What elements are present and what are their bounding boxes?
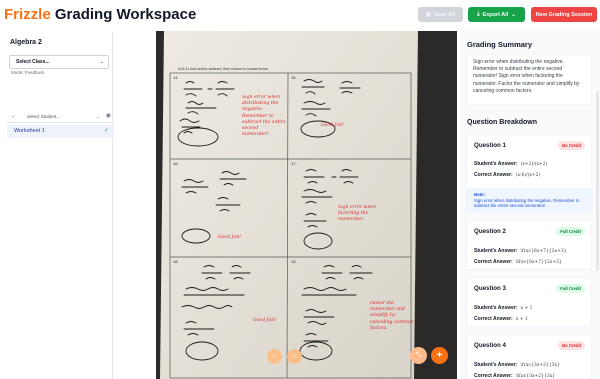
feedback-note: Sign error when factoring the numerator. <box>338 205 377 223</box>
problem-number: 18. <box>173 259 179 264</box>
credit-badge: Full Credit <box>556 227 585 236</box>
feedback-note: Good Job! <box>253 317 276 323</box>
correct-answer-label: Correct Answer: <box>474 259 513 265</box>
check-icon: ✓ <box>103 128 109 134</box>
worksheet-item[interactable]: Worksheet 1 ✓ <box>7 125 114 138</box>
prev-page-button[interactable]: ← <box>267 349 282 364</box>
select-student-label: Select Student... <box>27 114 61 119</box>
expand-icon: ⤡ <box>415 351 422 359</box>
correct-answer-label: Correct Answer: <box>474 172 513 178</box>
worksheet-photo: #14-21 Add and/or subtract, then reduce … <box>156 31 457 379</box>
question-card[interactable]: Question 3 Full Credit Student's Answer:… <box>466 277 592 327</box>
student-answer-label: Student's Answer: <box>474 248 518 254</box>
note-text: Sign error when distributing the negativ… <box>474 197 580 209</box>
question-title: Question 2 <box>474 228 506 235</box>
chevron-down-icon: ⌄ <box>96 114 100 119</box>
correct-answer: Correct Answer: \frac{6x+7}{2x+3} <box>474 259 562 265</box>
left-sidebar: Algebra 2 Select Class... ⌄ Mode: Feedba… <box>4 32 114 379</box>
chevron-down-icon: ⌄ <box>99 59 104 65</box>
problem-number: 15. <box>291 75 297 80</box>
question-title: Question 4 <box>474 342 506 349</box>
new-session-label: New Grading Session <box>535 11 593 18</box>
plus-icon: + <box>436 350 443 361</box>
worksheet-label: Worksheet 1 <box>14 128 45 134</box>
select-student-dropdown[interactable]: Select Student... ⌄ <box>22 111 102 122</box>
correct-answer-label: Correct Answer: <box>474 373 513 379</box>
problem-number: 19. <box>291 259 297 264</box>
document-viewer: #14-21 Add and/or subtract, then reduce … <box>156 31 457 379</box>
top-bar: Frizzle Grading Workspace ▣ Save All ⤓ E… <box>0 0 600 30</box>
feedback-note: Factor the numerator and simplify by can… <box>370 301 414 331</box>
student-answer-label: Student's Answer: <box>474 161 518 167</box>
correct-answer: Correct Answer: x + 1 <box>474 316 528 322</box>
question-title: Question 1 <box>474 142 506 149</box>
credit-badge: No Credit <box>558 141 585 150</box>
panel-scrollbar[interactable] <box>596 91 599 271</box>
student-answer-value: \frac{3x+2}{3x} <box>520 363 560 368</box>
export-all-label: Export All <box>482 11 509 18</box>
problem-number: 17. <box>291 161 297 166</box>
student-answer-label: Student's Answer: <box>474 362 518 368</box>
download-icon: ⤓ <box>477 11 480 17</box>
brand-subtitle: Grading Workspace <box>50 6 197 23</box>
question-title: Question 3 <box>474 285 506 292</box>
question-note: Note: Sign error when distributing the n… <box>467 188 593 212</box>
new-grading-session-button[interactable]: New Grading Session <box>531 7 597 22</box>
class-title: Algebra 2 <box>10 39 42 46</box>
student-answer-label: Student's Answer: <box>474 305 518 311</box>
worksheet-header: #14-21 Add and/or subtract, then reduce … <box>178 67 269 71</box>
arrow-left-icon: ← <box>271 353 278 360</box>
select-class-label: Select Class... <box>16 59 50 65</box>
feedback-note: Sign error when distributing the negativ… <box>242 95 286 138</box>
save-icon: ▣ <box>425 11 431 18</box>
problem-number: 16. <box>173 161 179 166</box>
brand-name: Frizzle <box>4 6 51 23</box>
chevron-down-icon: ⌄ <box>511 11 516 18</box>
eye-icon[interactable]: ◉ <box>106 112 111 119</box>
correct-answer-label: Correct Answer: <box>474 316 513 322</box>
problem-number: 14. <box>173 75 179 80</box>
question-card[interactable]: Question 4 No Credit Student's Answer: \f… <box>466 334 592 379</box>
student-row: ⌄ Select Student... ⌄ ◉ <box>7 111 114 123</box>
student-answer-value: x + 1 <box>520 306 533 311</box>
question-card[interactable]: Question 1 No Credit Student's Answer: (x… <box>466 134 593 212</box>
collapse-toggle-icon[interactable]: ⌄ <box>11 113 15 119</box>
credit-badge: No Credit <box>558 341 585 350</box>
credit-badge: Full Credit <box>556 284 585 293</box>
add-annotation-button[interactable]: + <box>431 347 448 364</box>
correct-answer-value: x + 1 <box>515 317 528 322</box>
student-answer: Student's Answer: (x+2)/(x+2) <box>474 161 547 167</box>
arrow-right-icon: → <box>291 353 298 360</box>
select-class-dropdown[interactable]: Select Class... ⌄ <box>9 55 109 69</box>
expand-button[interactable]: ⤡ <box>410 347 427 364</box>
student-answer-value: (x+2)/(x+2) <box>520 162 548 167</box>
save-all-label: Save All <box>434 11 456 18</box>
correct-answer: Correct Answer: \frac{3x+2}{3x} <box>474 373 555 379</box>
correct-answer-value: \frac{6x+7}{2x+3} <box>515 260 562 265</box>
question-breakdown-title: Question Breakdown <box>467 119 538 126</box>
student-answer-value: \frac{6x+7}{2x+3} <box>520 249 567 254</box>
grading-summary-title: Grading Summary <box>467 40 533 49</box>
correct-answer-value: \frac{3x+2}{3x} <box>515 374 556 379</box>
feedback-note: Good Job! <box>321 122 344 128</box>
export-all-button[interactable]: ⤓ Export All ⌄ <box>468 7 525 22</box>
student-answer: Student's Answer: \frac{6x+7}{2x+3} <box>474 248 567 254</box>
student-answer: Student's Answer: \frac{3x+2}{3x} <box>474 362 560 368</box>
question-card[interactable]: Question 2 Full Credit Student's Answer:… <box>466 220 592 270</box>
feedback-note: Good Job! <box>218 234 241 240</box>
app-title: Frizzle Grading Workspace <box>4 6 196 23</box>
grading-summary-text: Sign error when distributing the negativ… <box>466 54 592 105</box>
correct-answer-value: (x-6)/(x+2) <box>515 173 541 178</box>
save-all-button[interactable]: ▣ Save All <box>418 7 463 22</box>
mode-label: Mode: Feedback <box>11 70 45 75</box>
correct-answer: Correct Answer: (x-6)/(x+2) <box>474 172 540 178</box>
next-page-button[interactable]: → <box>287 349 302 364</box>
grading-summary-panel: Grading Summary Sign error when distribu… <box>460 31 600 379</box>
student-answer: Student's Answer: x + 1 <box>474 305 533 311</box>
